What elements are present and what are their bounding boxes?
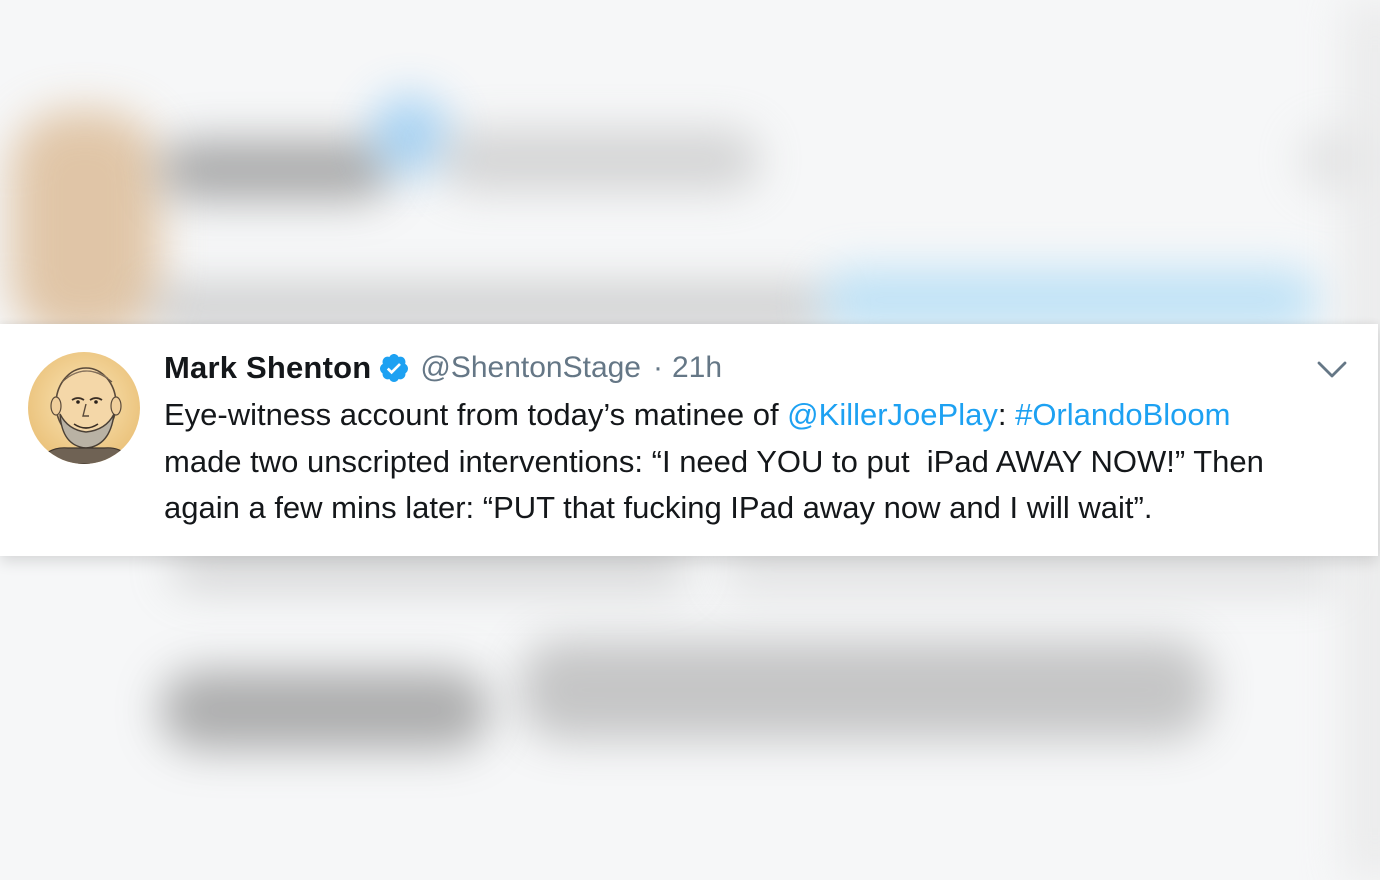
tweet-header: Mark Shenton @ShentonStage · 21h <box>164 346 722 390</box>
tweet-line-2: made two unscripted interventions: “I ne… <box>164 443 1264 479</box>
blurred-text-block <box>160 670 490 750</box>
avatar[interactable] <box>28 352 140 464</box>
tweet-body: Eye-witness account from today’s matinee… <box>164 392 1364 532</box>
chevron-down-icon <box>1317 361 1347 378</box>
blurred-badge <box>370 95 450 175</box>
hashtag-link[interactable]: #OrlandoBloom <box>1015 397 1230 432</box>
display-name[interactable]: Mark Shenton <box>164 350 371 386</box>
meta-separator: · <box>653 351 663 384</box>
tweet-line-1: Eye-witness account from today’s matinee… <box>164 392 1364 439</box>
tweet-menu-button[interactable] <box>1312 354 1352 384</box>
blurred-link <box>820 270 1320 330</box>
blurred-avatar <box>10 110 160 340</box>
tweet-text-segment: : <box>997 397 1016 432</box>
blurred-text-line <box>720 550 1340 590</box>
tweet-text-segment: Eye-witness account from today’s matinee… <box>164 397 788 432</box>
verified-badge-icon <box>380 354 409 382</box>
tweet-timestamp[interactable]: 21h <box>672 351 722 385</box>
tweet-card: Mark Shenton @ShentonStage · 21h Eye-wit… <box>0 324 1378 556</box>
profile-avatar-illustration <box>28 352 140 464</box>
mention-link[interactable]: @KillerJoePlay <box>787 397 998 432</box>
user-handle[interactable]: @ShentonStage <box>420 351 641 385</box>
tweet-line-3: again a few mins later: “PUT that fuckin… <box>164 490 1153 525</box>
blurred-name <box>160 140 390 200</box>
blurred-handle <box>440 130 760 190</box>
blurred-text-block <box>520 640 1210 740</box>
